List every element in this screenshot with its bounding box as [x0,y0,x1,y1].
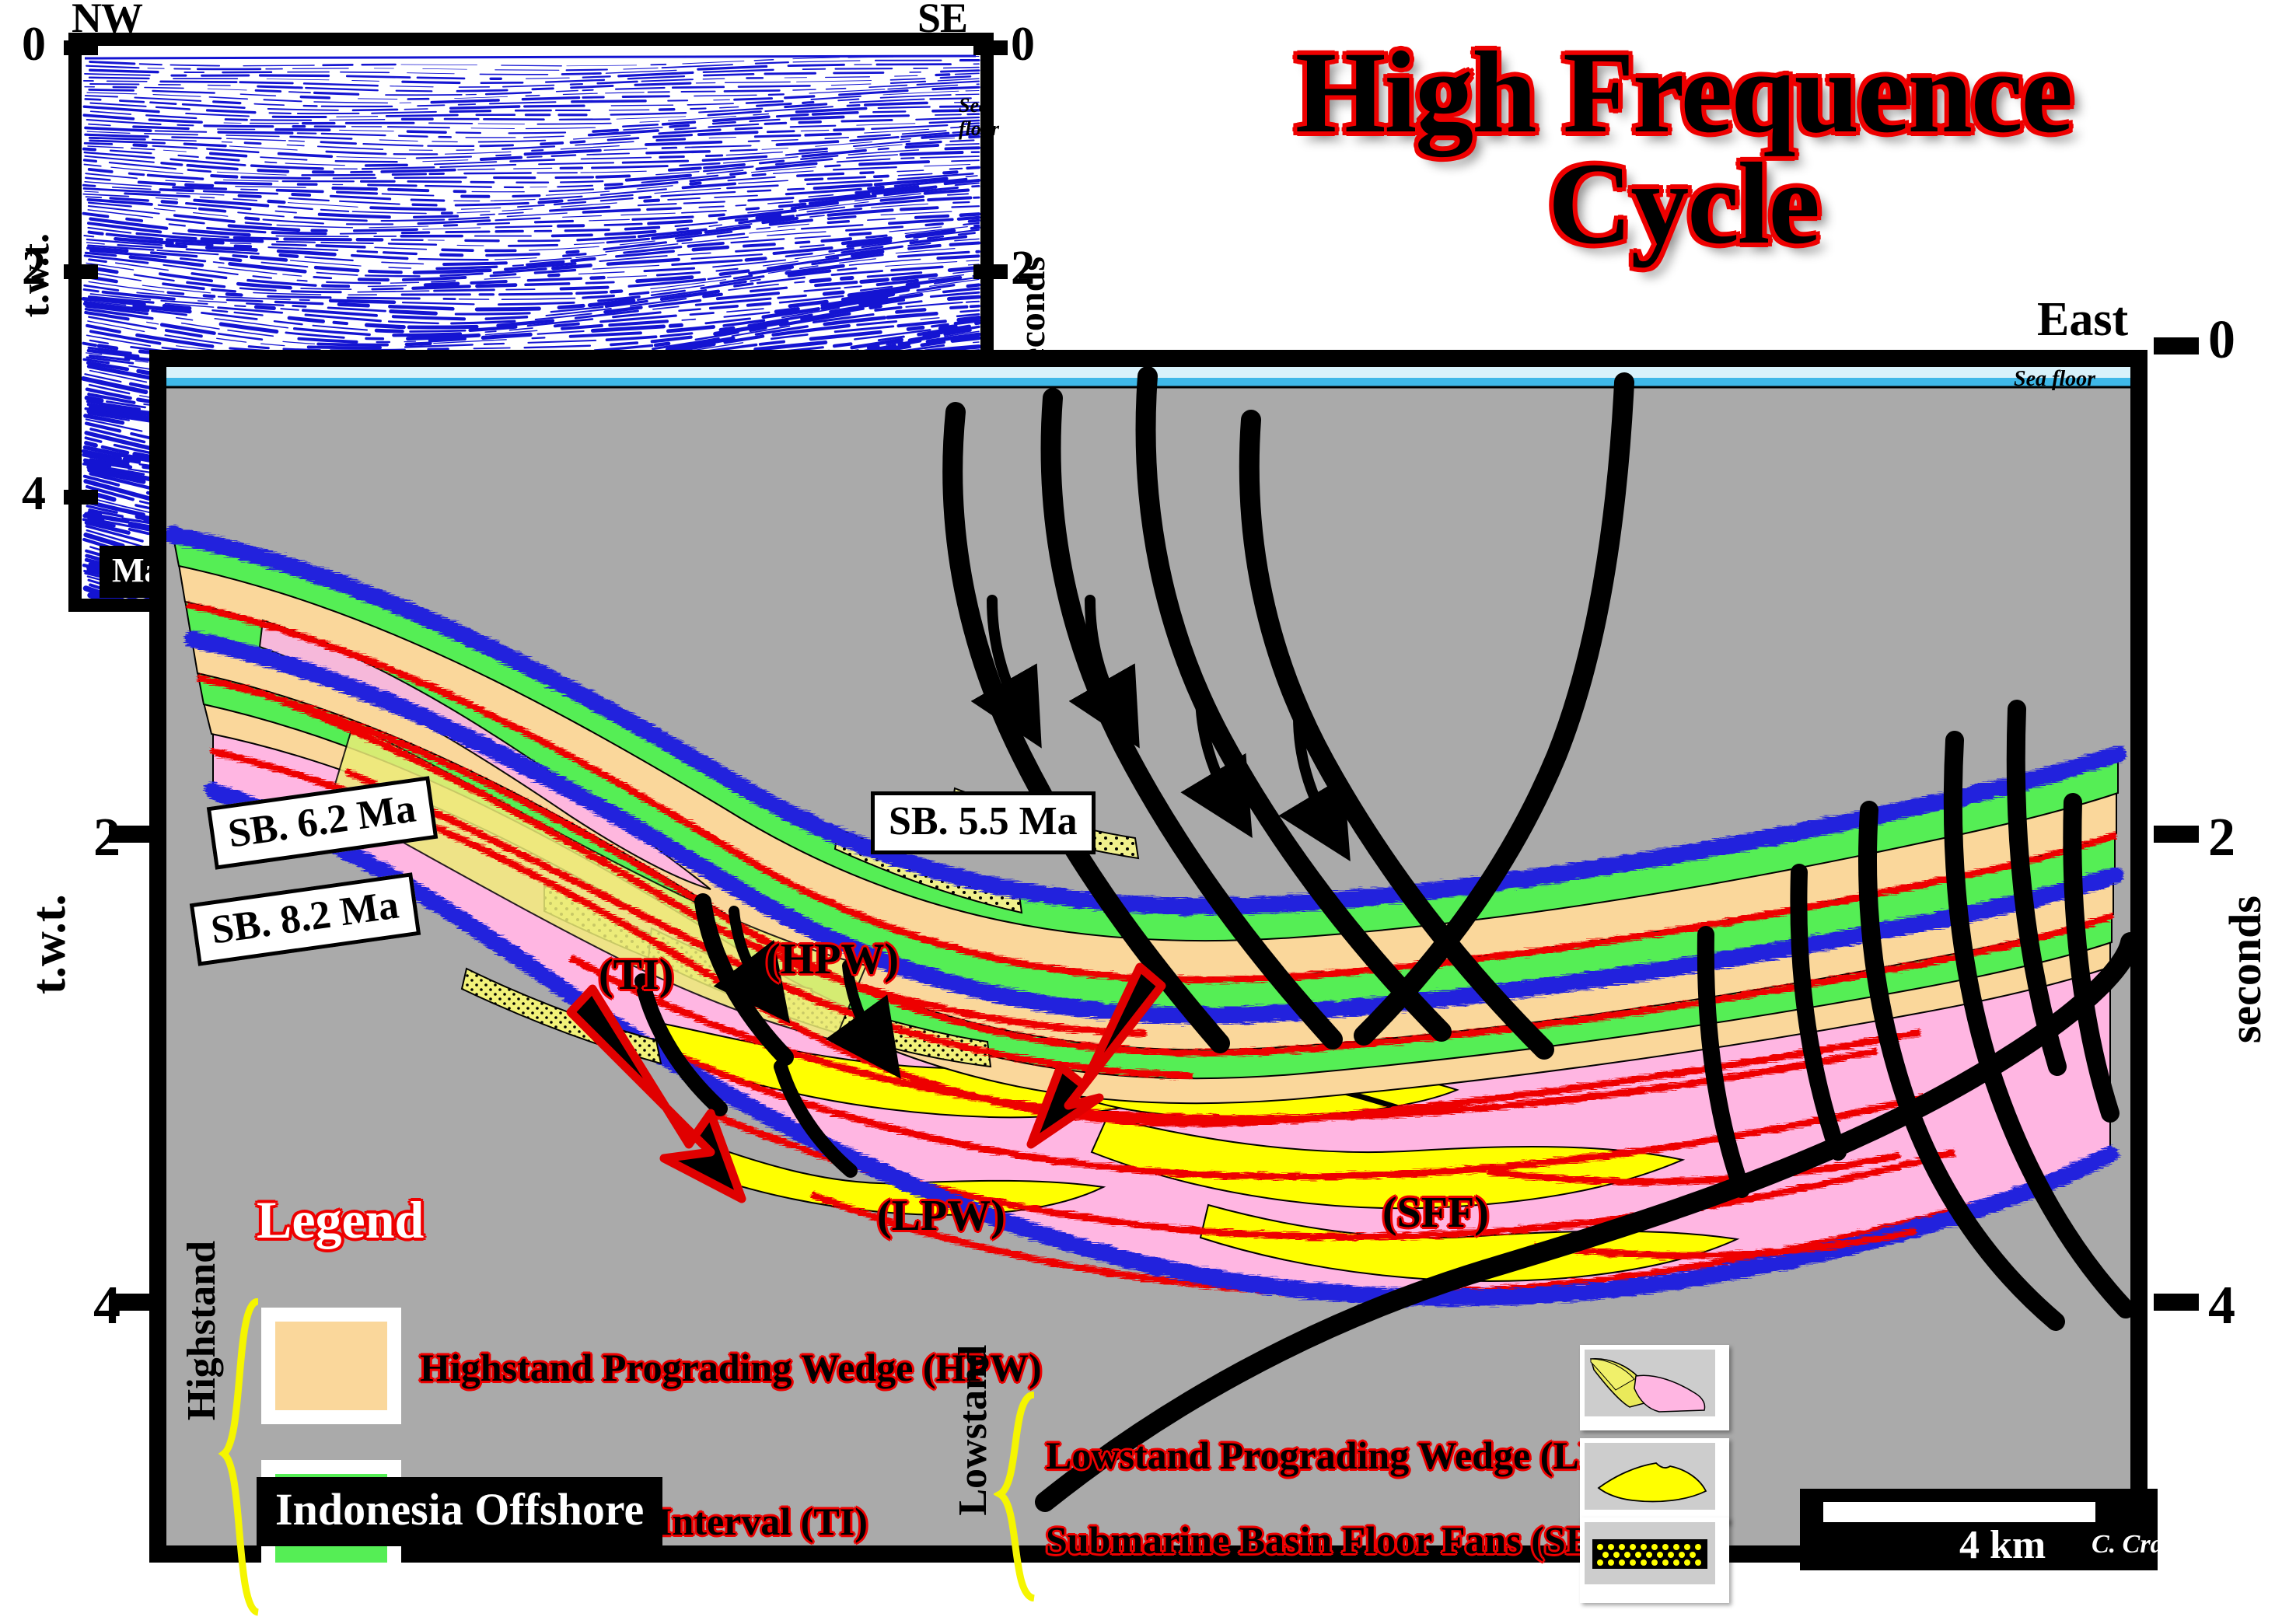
page-title-line1: High Frequence [1295,28,2073,157]
legend-title: Legend [257,1190,425,1249]
main-tickmark-right-0 [2154,337,2199,354]
main-axis-label-right: seconds [2220,896,2270,1044]
lowstand-bracket-icon [994,1392,1036,1601]
unit-label-ti: (TI) [599,951,674,999]
legend-swatch-hpw [261,1308,401,1424]
inset-tick-left-4: 4 [22,467,46,520]
inset-tickmark-left-4 [64,490,98,505]
unit-label-lpw: (LPW) [877,1192,1005,1240]
main-tickmark-left-4 [109,1294,154,1311]
page-title-line2: Cycle [1547,138,1820,268]
inset-direction-se: SE [917,0,968,41]
main-credit: C. Cramez [2092,1530,2207,1559]
main-scalebar [1823,1502,2095,1522]
lpw-pictogram [1580,1345,1729,1430]
inset-tickmark-left-0 [64,40,98,55]
sb-label-5-5: SB. 5.5 Ma [871,791,1096,854]
main-scale-label: 4 km [1959,1523,2046,1567]
inset-tick-right-0: 0 [1011,18,1035,71]
legend-label-lpw: Lowstand Prograding Wedge (LPW) [1046,1434,1655,1477]
inset-tickmark-right-0 [973,40,1008,55]
main-seafloor-label: Sea floor [2014,367,2095,391]
inset-tick-left-0: 0 [22,18,46,71]
legend-label-hpw: Highstand Prograding Wedge (HPW) [420,1346,1042,1389]
main-axis-label-left: t.w.t. [23,894,75,995]
hatch-pictogram [1580,1517,1729,1603]
highstand-bracket-icon [218,1298,260,1616]
inset-tickmark-left-2 [64,264,98,279]
main-tick-right-4: 4 [2208,1276,2235,1336]
main-tick-right-2: 2 [2208,808,2235,868]
inset-seafloor-label: Sea floor [959,94,999,140]
main-tickmark-left-2 [109,826,154,843]
main-tickmark-right-2 [2154,826,2199,843]
main-region-tag: Indonesia Offshore [257,1477,663,1546]
page-title: High Frequence Cycle [1182,28,2185,268]
main-tick-right-0: 0 [2208,310,2235,370]
inset-axis-label-left: t.w.t. [13,233,58,318]
legend-bracket-lowstand: Lowstand [951,1345,995,1516]
legend-label-sbff: Submarine Basin Floor Fans (SBFF) [1046,1518,1652,1562]
inset-tickmark-right-2 [973,264,1008,279]
sbff-pictogram [1580,1438,1729,1524]
inset-direction-nw: NW [72,0,143,41]
main-direction-east: East [2037,293,2129,346]
main-tickmark-right-4 [2154,1294,2199,1311]
unit-label-hpw: (HPW) [766,935,900,983]
unit-label-sff: (SFF) [1382,1189,1489,1237]
